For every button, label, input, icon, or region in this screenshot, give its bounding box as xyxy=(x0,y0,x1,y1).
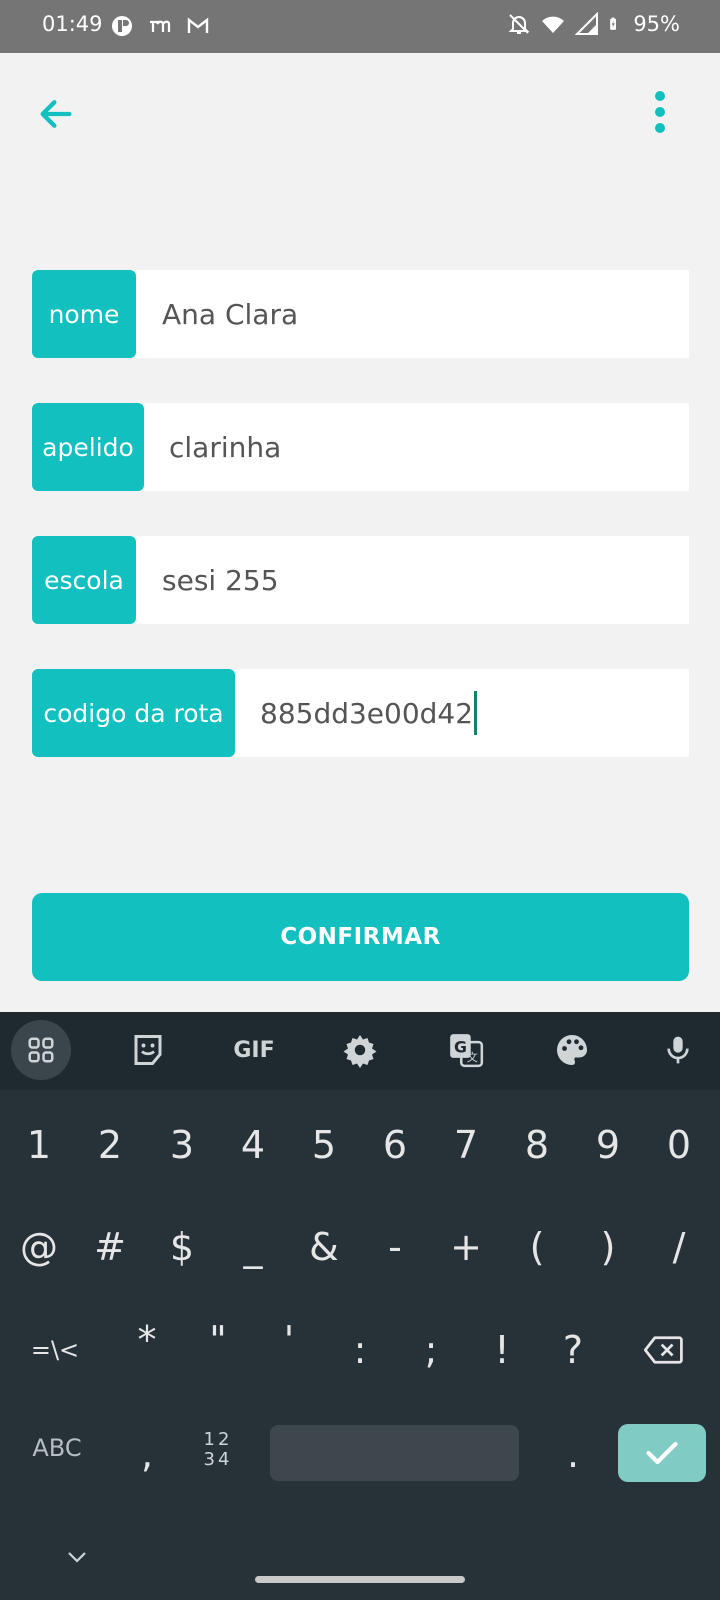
key-question[interactable]: ? xyxy=(538,1310,608,1390)
key-double-quote[interactable]: " xyxy=(183,1300,253,1380)
apelido-input[interactable]: clarinha xyxy=(169,403,281,491)
wifi-icon xyxy=(542,16,565,33)
svg-text:G: G xyxy=(454,1037,467,1056)
key-2[interactable]: 2 xyxy=(75,1105,145,1185)
key-0[interactable]: 0 xyxy=(644,1105,714,1185)
key-slash[interactable]: / xyxy=(644,1207,714,1287)
tm-app-icon xyxy=(150,20,171,32)
settings-icon xyxy=(343,1035,377,1068)
hide-keyboard-button[interactable] xyxy=(60,1540,94,1574)
status-bar: 01:49 95% xyxy=(0,0,720,53)
key-comma[interactable]: , xyxy=(112,1414,182,1494)
more-options-button[interactable] xyxy=(640,88,680,140)
codigo-rota-input[interactable]: 885dd3e00d42 xyxy=(260,697,473,730)
settings-button[interactable] xyxy=(330,1020,390,1080)
numpad-bottom: 34 xyxy=(203,1449,233,1470)
enter-key[interactable] xyxy=(618,1424,706,1482)
key-asterisk[interactable]: * xyxy=(112,1300,182,1380)
key-more-symbols[interactable]: =\< xyxy=(20,1310,90,1390)
key-1[interactable]: 1 xyxy=(4,1105,74,1185)
keyboard-toolbar: GIF G文 xyxy=(0,1012,720,1090)
key-6[interactable]: 6 xyxy=(360,1105,430,1185)
key-hash[interactable]: # xyxy=(75,1207,145,1287)
numpad-top: 12 xyxy=(203,1429,233,1450)
translate-button[interactable]: G文 xyxy=(436,1020,496,1080)
battery-charging-icon xyxy=(610,17,617,30)
key-period[interactable]: . xyxy=(538,1414,608,1494)
voice-input-button[interactable] xyxy=(648,1020,708,1080)
key-9[interactable]: 9 xyxy=(573,1105,643,1185)
checkmark-icon xyxy=(646,1441,678,1465)
palette-icon xyxy=(557,1035,587,1065)
arrow-back-icon xyxy=(40,100,72,128)
theme-button[interactable] xyxy=(542,1020,602,1080)
key-7[interactable]: 7 xyxy=(431,1105,501,1185)
apelido-label: apelido xyxy=(32,403,144,491)
key-single-quote[interactable]: ' xyxy=(254,1300,324,1380)
codigo-rota-label: codigo da rota xyxy=(32,669,235,757)
escola-input[interactable]: sesi 255 xyxy=(162,536,279,624)
key-at[interactable]: @ xyxy=(4,1207,74,1287)
backspace-key[interactable] xyxy=(628,1310,698,1390)
svg-text:文: 文 xyxy=(467,1050,478,1064)
mic-icon xyxy=(667,1036,689,1064)
key-close-paren[interactable]: ) xyxy=(573,1207,643,1287)
key-plus[interactable]: + xyxy=(431,1207,501,1287)
more-vertical-icon xyxy=(655,91,665,133)
key-underscore[interactable]: _ xyxy=(218,1207,288,1287)
translate-icon: G文 xyxy=(450,1034,484,1068)
nome-field[interactable]: nome Ana Clara xyxy=(32,270,689,358)
abc-key[interactable]: ABC xyxy=(20,1408,94,1488)
gesture-navigation-handle[interactable] xyxy=(255,1576,465,1583)
key-open-paren[interactable]: ( xyxy=(502,1207,572,1287)
signal-icon xyxy=(575,12,599,35)
back-button[interactable] xyxy=(30,88,82,140)
apps-grid-button[interactable] xyxy=(11,1020,71,1080)
key-minus[interactable]: - xyxy=(360,1207,430,1287)
nome-input[interactable]: Ana Clara xyxy=(162,270,298,358)
numpad-key[interactable]: 12 34 xyxy=(183,1410,253,1490)
key-3[interactable]: 3 xyxy=(147,1105,217,1185)
key-colon[interactable]: : xyxy=(325,1310,395,1390)
silent-bell-icon xyxy=(508,14,530,34)
key-ampersand[interactable]: & xyxy=(289,1207,359,1287)
key-exclamation[interactable]: ! xyxy=(467,1310,537,1390)
recording-icon xyxy=(112,16,132,36)
apelido-field[interactable]: apelido clarinha xyxy=(32,403,689,491)
escola-label: escola xyxy=(32,536,136,624)
key-5[interactable]: 5 xyxy=(289,1105,359,1185)
codigo-rota-field[interactable]: codigo da rota 885dd3e00d42 xyxy=(32,669,689,757)
chevron-down-icon xyxy=(68,1552,86,1563)
space-bar[interactable] xyxy=(270,1425,519,1481)
gmail-icon xyxy=(187,17,209,33)
key-8[interactable]: 8 xyxy=(502,1105,572,1185)
codigo-rota-input-wrap[interactable]: 885dd3e00d42 xyxy=(260,669,478,757)
battery-percent: 95% xyxy=(633,12,680,36)
gif-button[interactable]: GIF xyxy=(224,1020,284,1080)
key-4[interactable]: 4 xyxy=(218,1105,288,1185)
sticker-icon xyxy=(134,1035,162,1065)
sticker-button[interactable] xyxy=(118,1020,178,1080)
escola-field[interactable]: escola sesi 255 xyxy=(32,536,689,624)
key-dollar[interactable]: $ xyxy=(147,1207,217,1287)
key-semicolon[interactable]: ; xyxy=(396,1310,466,1390)
confirm-button[interactable]: CONFIRMAR xyxy=(32,893,689,981)
apps-grid-icon xyxy=(28,1037,54,1063)
backspace-icon xyxy=(643,1336,683,1364)
nome-label: nome xyxy=(32,270,136,358)
text-cursor xyxy=(474,691,478,735)
status-time: 01:49 xyxy=(42,12,103,36)
